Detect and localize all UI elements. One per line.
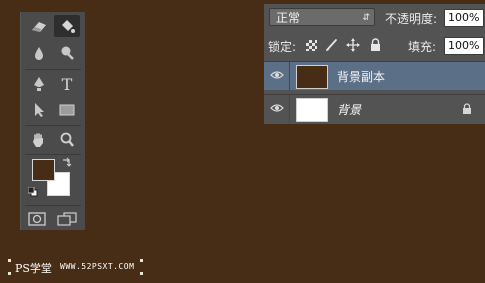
watermark-url: WWW.52PSXT.COM (60, 262, 135, 271)
lock-label: 锁定: (268, 40, 297, 54)
dodge-icon (61, 46, 74, 60)
lock-position-icon[interactable] (346, 38, 360, 52)
chevron-updown-icon: ⇵ (362, 13, 370, 23)
paint-bucket-icon (62, 20, 75, 33)
default-colors-icon[interactable] (28, 187, 38, 197)
pen-icon (34, 77, 44, 91)
hand-tool[interactable] (26, 129, 52, 151)
rectangle-icon (59, 104, 75, 116)
opacity-field[interactable]: 100% (444, 9, 484, 27)
fill-label: 填充: (408, 40, 437, 54)
lock-all-icon[interactable] (370, 38, 381, 52)
hand-icon (33, 133, 43, 147)
fill-field[interactable]: 100% (444, 37, 484, 55)
screen-mode-button[interactable] (54, 208, 80, 230)
layer-name: 背景副本 (337, 70, 386, 84)
layer-thumbnail (296, 65, 328, 89)
fill-value: 100% (448, 39, 480, 52)
blur-drop-icon (35, 47, 43, 60)
blend-mode-value: 正常 (276, 11, 301, 25)
layer-row[interactable]: 背景副本 (264, 61, 485, 90)
quick-mask-icon (28, 212, 46, 226)
watermark-brand: PS学堂 (15, 262, 52, 275)
eye-icon[interactable] (270, 103, 284, 113)
dodge-tool[interactable] (54, 42, 80, 64)
eraser-tool[interactable] (26, 15, 52, 37)
eye-icon[interactable] (270, 70, 284, 80)
swap-colors-icon[interactable] (61, 157, 73, 169)
layer-thumbnail (296, 98, 328, 122)
foreground-color-swatch[interactable] (32, 159, 55, 181)
zoom-icon (60, 132, 74, 147)
layers-panel: 正常 ⇵ 不透明度: 100% 锁定: 填充: 100% 背景副本 背景 (264, 4, 485, 124)
blend-mode-select[interactable]: 正常 ⇵ (269, 8, 375, 26)
blur-tool[interactable] (26, 42, 52, 64)
tools-panel: T (20, 12, 85, 230)
watermark: PS学堂 WWW.52PSXT.COM (8, 259, 143, 275)
pen-tool[interactable] (26, 73, 52, 95)
lock-icon (463, 103, 471, 114)
path-selection-icon (35, 103, 44, 117)
opacity-label: 不透明度: (385, 12, 438, 26)
lock-transparency-icon[interactable] (306, 40, 317, 51)
paint-bucket-tool[interactable] (54, 15, 80, 37)
rectangle-tool[interactable] (54, 99, 80, 121)
eraser-icon (32, 22, 46, 32)
quick-mask-button[interactable] (24, 208, 50, 230)
lock-paint-icon[interactable] (325, 38, 339, 52)
path-selection-tool[interactable] (26, 99, 52, 121)
layer-row[interactable]: 背景 (264, 94, 485, 123)
layer-name: 背景 (337, 103, 362, 117)
zoom-tool[interactable] (54, 129, 80, 151)
type-tool[interactable]: T (54, 73, 80, 95)
opacity-value: 100% (448, 11, 480, 24)
type-icon: T (61, 74, 73, 94)
screen-mode-icon (57, 212, 77, 226)
